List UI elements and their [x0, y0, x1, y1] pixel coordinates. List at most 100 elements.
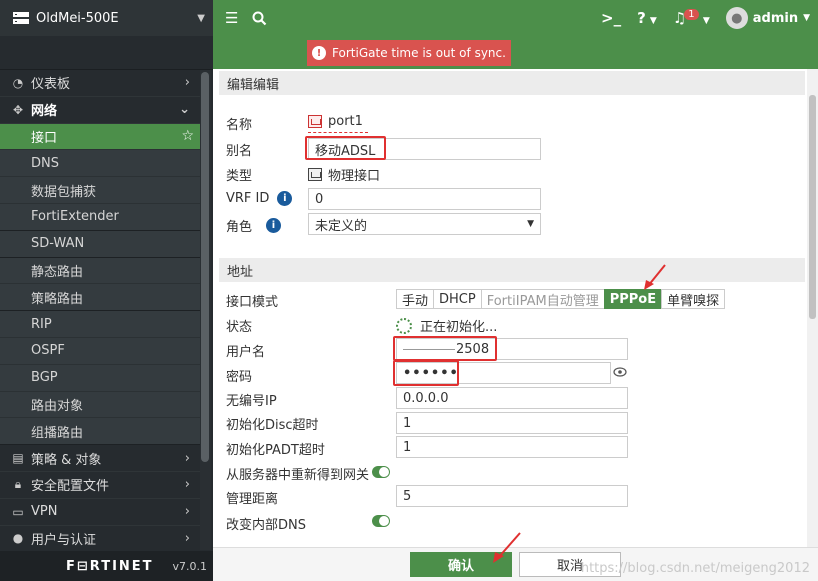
sidebar-item-sd-wan[interactable]: SD-WAN	[0, 230, 200, 258]
info-icon[interactable]: i	[266, 218, 282, 233]
device-name: OldMei-500E	[36, 10, 119, 26]
time-sync-alert[interactable]: ! FortiGate time is out of sync.	[307, 40, 511, 66]
type-label: 类型	[226, 169, 253, 184]
retrieve-gateway-toggle[interactable]	[372, 466, 390, 478]
distance-label: 管理距离	[226, 492, 279, 507]
name-value: port1	[328, 114, 363, 129]
sidebar-item-network[interactable]: ✥ 网络 ⌄	[0, 97, 200, 124]
chevron-down-icon: ▼	[649, 16, 657, 26]
alert-text: FortiGate time is out of sync.	[332, 46, 506, 60]
sidebar-item-bgp[interactable]: BGP	[0, 364, 200, 392]
vrf-label: VRF ID	[226, 191, 270, 206]
distance-input[interactable]: 5	[396, 485, 628, 507]
sidebar-item-label: 策略路由	[31, 291, 84, 307]
policy-icon: ▤	[12, 451, 24, 466]
mode-manual-button[interactable]: 手动	[396, 289, 435, 309]
sidebar-item-label: 策略 & 对象	[31, 452, 102, 468]
watermark-text: https://blog.csdn.net/meigeng2012	[580, 561, 810, 576]
sidebar-item-interfaces[interactable]: 接口 ☆	[0, 123, 200, 151]
user-icon: ●	[12, 531, 24, 546]
unnumbered-ip-label: 无编号IP	[226, 394, 277, 409]
mode-pppoe-button[interactable]: PPPoE	[603, 289, 663, 309]
device-selector[interactable]: OldMei-500E ▼	[0, 0, 213, 36]
type-value: 物理接口	[328, 169, 381, 184]
physical-port-icon	[308, 168, 322, 181]
chevron-down-icon: ⌄	[179, 102, 190, 118]
status-value: 正在初始化...	[420, 320, 498, 335]
section-header-edit: 编辑编辑	[219, 71, 805, 95]
lock-icon: 🔒︎	[14, 477, 22, 492]
highlight-box	[305, 136, 386, 160]
sidebar-item-label: SD-WAN	[31, 236, 85, 252]
sidebar-item-policy-objects[interactable]: ▤ 策略 & 对象 ›	[0, 445, 200, 472]
sidebar-item-label: 路由对象	[31, 398, 84, 414]
sidebar-nav: ◔ 仪表板 › ✥ 网络 ⌄ 接口 ☆ DNS 数据包捕获 FortiExten…	[0, 70, 200, 553]
sidebar-item-label: BGP	[31, 370, 58, 386]
mode-dhcp-button[interactable]: DHCP	[433, 289, 482, 309]
laptop-icon: ▭	[12, 504, 24, 519]
sidebar-item-multicast[interactable]: 组播路由	[0, 418, 200, 446]
exclamation-icon: !	[312, 46, 327, 60]
sidebar-item-rip[interactable]: RIP	[0, 311, 200, 338]
role-select[interactable]: 未定义的 ▼	[308, 213, 541, 235]
sidebar-item-fortiextender[interactable]: FortiExtender	[0, 203, 200, 231]
help-menu[interactable]: ? ▼	[637, 9, 657, 27]
eye-icon[interactable]	[613, 366, 627, 378]
chevron-down-icon: ▼	[197, 12, 205, 24]
sidebar-item-label: 数据包捕获	[31, 184, 97, 200]
disc-timeout-input[interactable]: 1	[396, 412, 628, 434]
sidebar-item-vpn[interactable]: ▭ VPN ›	[0, 499, 200, 526]
alias-label: 别名	[226, 144, 253, 159]
sidebar-scrollbar[interactable]	[201, 72, 209, 462]
mode-one-arm-sniffer-button[interactable]: 单臂嗅探	[661, 289, 726, 309]
sidebar-item-dns[interactable]: DNS	[0, 150, 200, 178]
highlight-box	[393, 336, 497, 361]
chevron-down-icon: ▼	[702, 16, 710, 26]
sidebar-item-dashboard[interactable]: ◔ 仪表板 ›	[0, 70, 200, 97]
sidebar-item-ospf[interactable]: OSPF	[0, 337, 200, 365]
sidebar-item-routing-objects[interactable]: 路由对象	[0, 391, 200, 419]
annotation-arrow-icon	[493, 532, 521, 563]
sidebar-item-packet-capture[interactable]: 数据包捕获	[0, 177, 200, 204]
info-icon[interactable]: i	[277, 191, 293, 206]
dashboard-icon: ◔	[12, 75, 24, 90]
status-label: 状态	[226, 320, 253, 335]
cli-console-icon[interactable]: >_	[601, 9, 621, 27]
sidebar-item-static-routes[interactable]: 静态路由	[0, 257, 200, 285]
chevron-right-icon: ›	[184, 450, 190, 466]
search-icon[interactable]	[252, 11, 267, 26]
annotation-arrow-icon	[644, 264, 666, 290]
padt-timeout-label: 初始化PADT超时	[226, 443, 325, 458]
vrf-id-input[interactable]: 0	[308, 188, 541, 210]
notifications-menu[interactable]: ♫ 1 ▼	[673, 9, 710, 27]
sidebar-item-security-profiles[interactable]: 🔒︎ 安全配置文件 ›	[0, 472, 200, 499]
sidebar-item-label: 用户与认证	[31, 532, 97, 548]
content-scrollbar[interactable]	[809, 95, 816, 319]
star-icon[interactable]: ☆	[181, 128, 194, 144]
menu-icon[interactable]: ☰	[225, 9, 238, 27]
chevron-down-icon: ▼	[527, 219, 534, 229]
sidebar-item-label: VPN	[31, 504, 58, 520]
highlight-box	[393, 360, 459, 386]
user-menu[interactable]: ● admin ▼	[725, 7, 810, 29]
mode-fortiipam-button[interactable]: FortiIPAM自动管理	[480, 289, 605, 309]
sidebar-item-user-auth[interactable]: ● 用户与认证 ›	[0, 526, 200, 553]
override-dns-toggle[interactable]	[372, 515, 390, 527]
avatar: ●	[725, 7, 748, 29]
unnumbered-ip-input[interactable]: 0.0.0.0	[396, 387, 628, 409]
help-icon: ?	[637, 9, 646, 27]
mode-label: 接口模式	[226, 295, 279, 310]
chevron-right-icon: ›	[184, 504, 190, 520]
sidebar-item-label: 静态路由	[31, 264, 84, 280]
sidebar-item-label: 接口	[31, 130, 58, 146]
sidebar: OldMei-500E ▼ ◔ 仪表板 › ✥ 网络 ⌄ 接口 ☆ DNS 数据…	[0, 0, 213, 581]
sidebar-item-policy-routes[interactable]: 策略路由	[0, 284, 200, 312]
role-select-value: 未定义的	[315, 218, 368, 234]
addressing-mode-group: 手动 DHCP FortiIPAM自动管理 PPPoE 单臂嗅探	[396, 289, 726, 309]
padt-timeout-input[interactable]: 1	[396, 436, 628, 458]
override-dns-label: 改变内部DNS	[226, 518, 306, 533]
disc-timeout-label: 初始化Disc超时	[226, 418, 319, 433]
topbar: ☰ >_ ? ▼ ♫ 1 ▼ ● admin ▼	[213, 0, 818, 36]
sidebar-item-label: 仪表板	[31, 77, 71, 93]
fortinet-logo: F⊟RTINET	[66, 558, 154, 574]
